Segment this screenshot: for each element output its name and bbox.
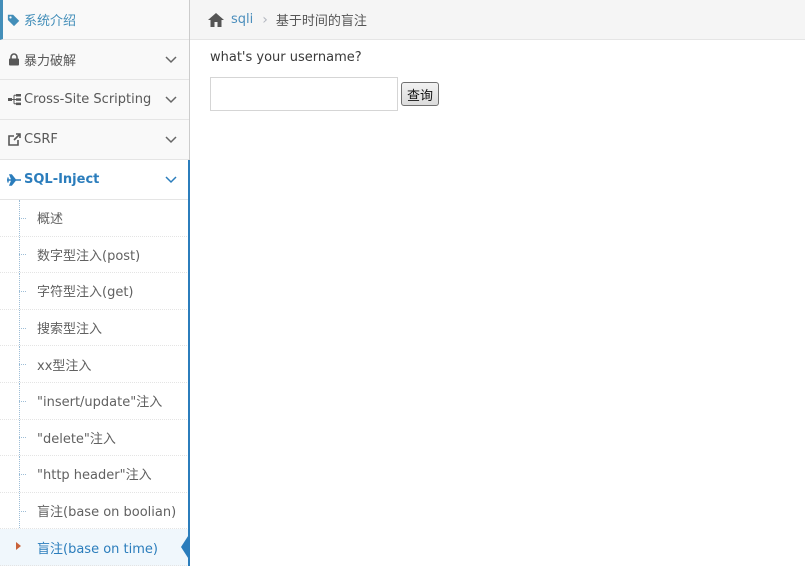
sidebar-item-csrf[interactable]: CSRF <box>0 120 189 160</box>
chevron-down-icon <box>165 56 177 64</box>
active-section-bar <box>188 160 190 566</box>
sidebar-item-sql-inject[interactable]: SQL-Inject <box>0 160 189 200</box>
plane-icon <box>7 173 21 187</box>
submenu-item-label: xx型注入 <box>37 358 92 374</box>
caret-right-icon <box>16 542 21 551</box>
sidebar-item-label: 暴力破解 <box>24 54 77 69</box>
submenu-item-label: 搜索型注入 <box>37 322 103 338</box>
submenu-item-blind-boolean[interactable]: 盲注(base on boolian) <box>0 492 189 530</box>
submenu-item-label: 盲注(base on time) <box>37 541 158 557</box>
submenu-item-delete[interactable]: "delete"注入 <box>0 419 189 457</box>
sidebar-item-label: CSRF <box>24 132 58 147</box>
submenu-item-search[interactable]: 搜索型注入 <box>0 309 189 347</box>
sidebar-item-label: Cross-Site Scripting <box>24 92 152 107</box>
username-prompt: what's your username? <box>210 50 362 65</box>
chevron-down-icon <box>165 136 177 144</box>
query-form: 查询 <box>210 77 440 111</box>
sidebar-item-brute-force[interactable]: 暴力破解 <box>0 40 189 80</box>
submenu-item-label: 概述 <box>37 212 64 228</box>
sidebar: 系统介绍 暴力破解 Cross-Site Scripting CSRF SQL-… <box>0 0 190 566</box>
main-content: what's your username? 查询 <box>210 50 440 111</box>
breadcrumb: sqli › 基于时间的盲注 <box>190 0 805 40</box>
submenu-item-label: "delete"注入 <box>37 431 116 447</box>
submenu-item-insert-update[interactable]: "insert/update"注入 <box>0 382 189 420</box>
submenu-item-string-get[interactable]: 字符型注入(get) <box>0 273 189 310</box>
submenu-item-blind-time[interactable]: 盲注(base on time) <box>0 529 190 566</box>
submenu-item-overview[interactable]: 概述 <box>0 200 189 237</box>
sidebar-item-label: 系统介绍 <box>24 14 77 29</box>
share-square-icon <box>7 133 21 147</box>
breadcrumb-current: 基于时间的盲注 <box>275 14 367 29</box>
lock-icon <box>7 53 21 67</box>
submenu-item-label: 数字型注入(post) <box>37 248 141 264</box>
sql-inject-submenu: 概述 数字型注入(post) 字符型注入(get) 搜索型注入 xx型注入 "i… <box>0 200 190 566</box>
submenu-item-label: "insert/update"注入 <box>37 395 163 411</box>
submenu-item-label: 字符型注入(get) <box>37 285 134 301</box>
username-input[interactable] <box>210 77 398 111</box>
chevron-down-icon <box>165 176 177 184</box>
chevron-right-icon: › <box>262 11 268 28</box>
chevron-down-icon <box>165 96 177 104</box>
sidebar-item-intro[interactable]: 系统介绍 <box>0 0 189 40</box>
submenu-item-label: 盲注(base on boolian) <box>37 505 177 521</box>
submenu-item-xx[interactable]: xx型注入 <box>0 346 189 383</box>
query-button[interactable]: 查询 <box>401 82 440 106</box>
sidebar-item-label: SQL-Inject <box>24 172 100 187</box>
breadcrumb-link-sqli[interactable]: sqli <box>231 12 253 27</box>
submenu-item-http-header[interactable]: "http header"注入 <box>0 456 189 493</box>
home-icon[interactable] <box>207 12 225 28</box>
submenu-item-numeric-post[interactable]: 数字型注入(post) <box>0 236 189 274</box>
sitemap-icon <box>7 93 21 107</box>
sidebar-item-xss[interactable]: Cross-Site Scripting <box>0 80 189 120</box>
tags-icon <box>7 13 21 27</box>
submenu-item-label: "http header"注入 <box>37 468 152 484</box>
